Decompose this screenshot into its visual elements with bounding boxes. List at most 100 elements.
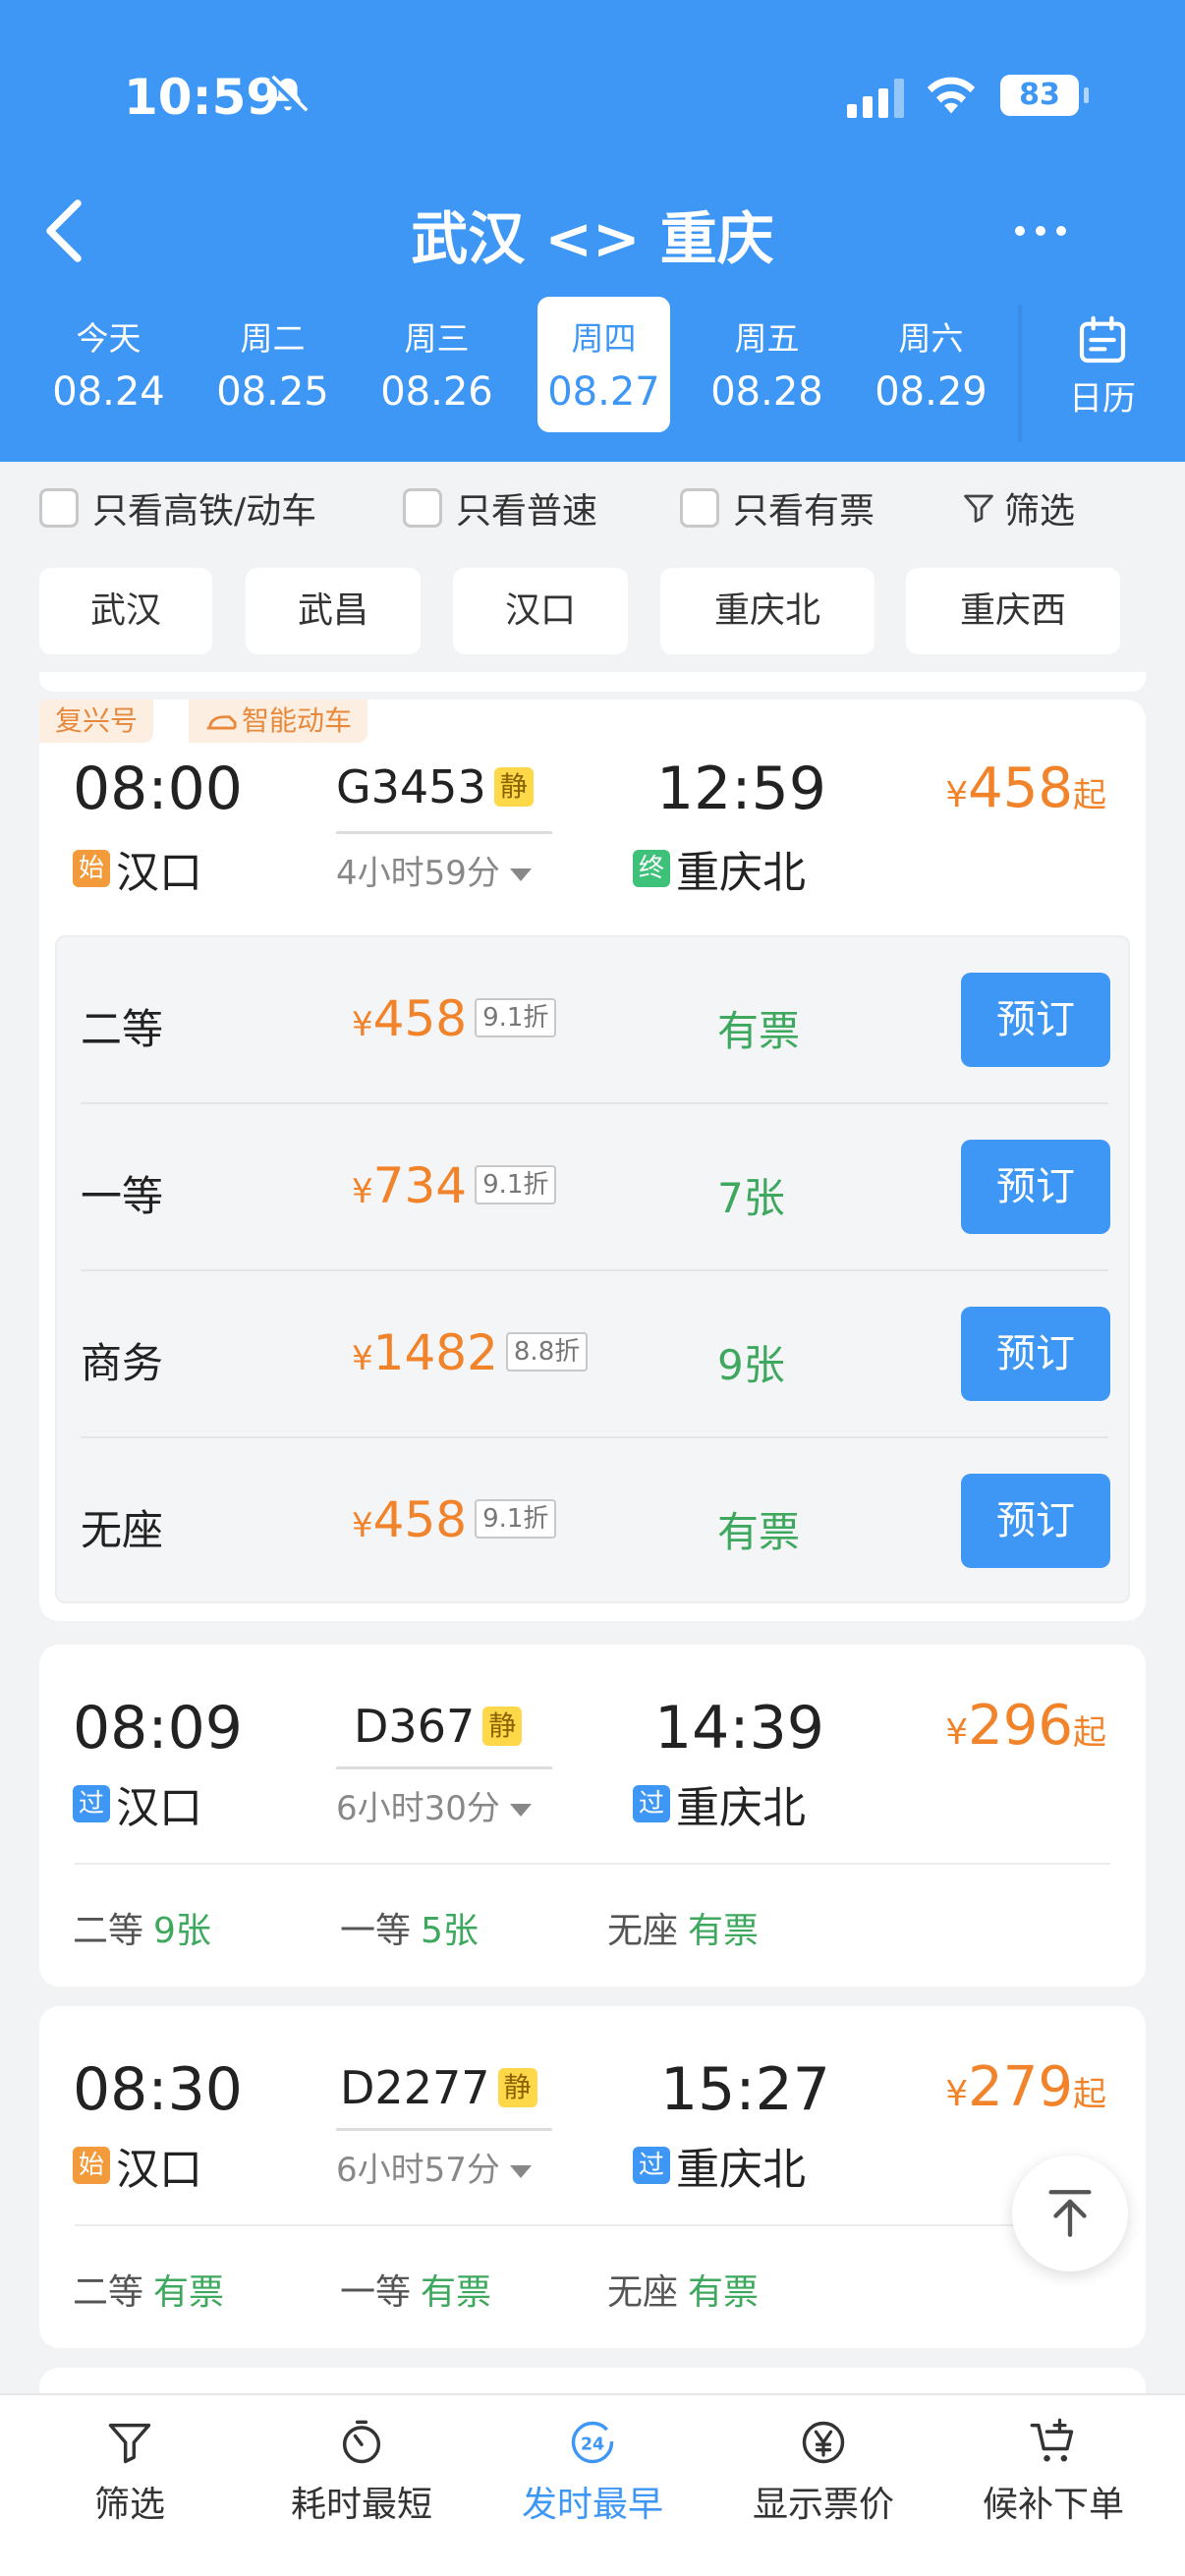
price-currency: ¥: [352, 1005, 373, 1044]
book-button[interactable]: 预订: [961, 973, 1110, 1067]
quiet-car-badge: 静: [482, 1706, 523, 1746]
lowest-price: ¥279起: [945, 2055, 1106, 2119]
train-card-d2277[interactable]: 08:30 D2277 静 15:27 ¥279起 始 汉口 6小时57分 过 重…: [39, 2006, 1146, 2348]
to-station: 过 重庆北: [633, 2134, 806, 2197]
clock-24-icon: 24: [571, 2421, 614, 2464]
seat-availability: 9张: [153, 1911, 211, 1951]
normal-speed-only-checkbox[interactable]: 只看普速: [403, 483, 597, 532]
price-currency: ¥: [945, 1712, 969, 1753]
date-value: 08.28: [710, 369, 823, 415]
price-suffix: 起: [1073, 776, 1106, 815]
station-chip-chongqingbei[interactable]: 重庆北: [660, 568, 875, 654]
available-only-checkbox[interactable]: 只看有票: [680, 483, 875, 532]
station-chip-chongqingxi[interactable]: 重庆西: [906, 568, 1120, 654]
previous-card-edge: [39, 672, 1146, 692]
checkbox-box: [403, 488, 442, 528]
seat-availability: 有票: [688, 1911, 760, 1951]
calendar-icon: [1079, 315, 1126, 364]
train-number-text: D367: [354, 1700, 476, 1753]
station-chip-wuchang[interactable]: 武昌: [246, 568, 421, 654]
clock-badge-text: 24: [581, 2436, 604, 2455]
seat-row-no-seat: 无座 ¥458 9.1折 有票 预订: [57, 1438, 1132, 1605]
tab-filter[interactable]: 筛选: [22, 2417, 238, 2527]
seat-availability: 有票: [717, 1508, 801, 1556]
divider: [75, 2224, 1110, 2226]
price-value: 458: [372, 990, 468, 1047]
seat-name: 无座: [607, 2272, 679, 2313]
seat-name: 二等: [73, 2272, 144, 2313]
depart-time: 08:00: [73, 755, 243, 823]
book-button[interactable]: 预订: [961, 1140, 1110, 1234]
tab-show-price[interactable]: 显示票价: [715, 2417, 931, 2527]
book-button[interactable]: 预订: [961, 1474, 1110, 1568]
seat-price: ¥458 9.1折: [352, 1491, 557, 1548]
date-week: 周三: [404, 319, 470, 358]
station-chip-hankou[interactable]: 汉口: [453, 568, 628, 654]
duration-toggle[interactable]: 6小时30分: [336, 1766, 552, 1829]
depart-time: 08:30: [73, 2055, 243, 2124]
price-suffix: 起: [1073, 1713, 1106, 1753]
checkbox-box: [39, 488, 79, 528]
stopwatch-icon: [342, 2420, 381, 2464]
train-number[interactable]: G3453 静: [336, 760, 534, 813]
tab-earliest-departure[interactable]: 24 发时最早: [484, 2417, 701, 2527]
date-tab-thu-selected[interactable]: 周四 08.27: [537, 297, 670, 432]
chevron-down-icon: [509, 2165, 532, 2178]
train-card-g3453[interactable]: 复兴号 智能动车 08:00 G3453 静 12:59 ¥458起 始 汉口 4…: [39, 700, 1146, 1621]
station-chip-wuhan[interactable]: 武汉: [39, 568, 212, 654]
price-currency: ¥: [352, 1506, 373, 1545]
filter-button[interactable]: 筛选: [961, 483, 1075, 532]
filter-label: 筛选: [1004, 491, 1076, 532]
to-station-name: 重庆北: [676, 1783, 806, 1833]
date-tab-today[interactable]: 今天 08.24: [42, 297, 175, 432]
seat-availability: 有票: [153, 2272, 225, 2313]
funnel-icon: [964, 494, 993, 523]
checkbox-label: 只看高铁/动车: [92, 491, 317, 532]
date-tab-fri[interactable]: 周五 08.28: [701, 297, 833, 432]
from-station-name: 汉口: [116, 2145, 202, 2195]
duration-toggle[interactable]: 6小时57分: [336, 2128, 552, 2191]
duration-text: 4小时59分: [336, 854, 500, 893]
seat-row-business: 商务 ¥1482 8.8折 9张 预订: [57, 1271, 1132, 1438]
high-speed-only-checkbox[interactable]: 只看高铁/动车: [39, 483, 316, 532]
seat-availability: 有票: [688, 2272, 760, 2313]
train-number[interactable]: D367 静: [354, 1700, 523, 1753]
wifi-icon: [927, 77, 976, 114]
seat-summary-first: 一等 5张: [340, 1902, 479, 1953]
calendar-button[interactable]: 日历: [1044, 312, 1161, 420]
to-station: 终 重庆北: [633, 837, 806, 900]
from-station: 始 汉口: [73, 837, 202, 900]
train-number-text: D2277: [340, 2061, 490, 2114]
train-number[interactable]: D2277 静: [340, 2061, 537, 2114]
date-tab-wed[interactable]: 周三 08.26: [370, 297, 503, 432]
date-tab-sat[interactable]: 周六 08.29: [865, 297, 997, 432]
back-to-top-button[interactable]: [1012, 2156, 1128, 2271]
price-value: 458: [968, 756, 1073, 820]
chevron-down-icon: [509, 868, 532, 881]
bell-muted-icon: [268, 75, 309, 115]
train-card-d367[interactable]: 08:09 D367 静 14:39 ¥296起 过 汉口 6小时30分 过 重庆…: [39, 1645, 1146, 1987]
price-value: 296: [968, 1694, 1073, 1758]
to-station-name: 重庆北: [676, 2145, 806, 2195]
date-tab-tue[interactable]: 周二 08.25: [206, 297, 339, 432]
seat-summary-second: 二等 有票: [73, 2264, 224, 2315]
seat-summary-no-seat: 无座 有票: [607, 1902, 759, 1953]
seat-name: 无座: [81, 1506, 164, 1554]
date-value: 08.27: [547, 369, 660, 415]
pass-badge: 过: [633, 2147, 670, 2184]
more-options-icon[interactable]: [1006, 206, 1075, 255]
tab-waitlist-order[interactable]: 候补下单: [945, 2417, 1161, 2527]
seat-availability: 7张: [717, 1174, 785, 1222]
seat-availability: 5张: [421, 1911, 479, 1951]
arrive-time: 14:39: [654, 1694, 824, 1763]
start-badge: 始: [73, 850, 110, 887]
duration-toggle[interactable]: 4小时59分: [336, 831, 552, 894]
book-button[interactable]: 预订: [961, 1307, 1110, 1401]
header: 10:59 83 武汉 <> 重庆 今天 08.24 周二 08.25 周三 0…: [0, 0, 1185, 462]
seat-name: 无座: [607, 1911, 679, 1951]
price-currency: ¥: [945, 775, 969, 815]
tab-shortest-duration[interactable]: 耗时最短: [254, 2417, 470, 2527]
checkbox-box: [680, 488, 719, 528]
cellular-signal-icon: [847, 79, 904, 118]
price-currency: ¥: [352, 1172, 373, 1211]
